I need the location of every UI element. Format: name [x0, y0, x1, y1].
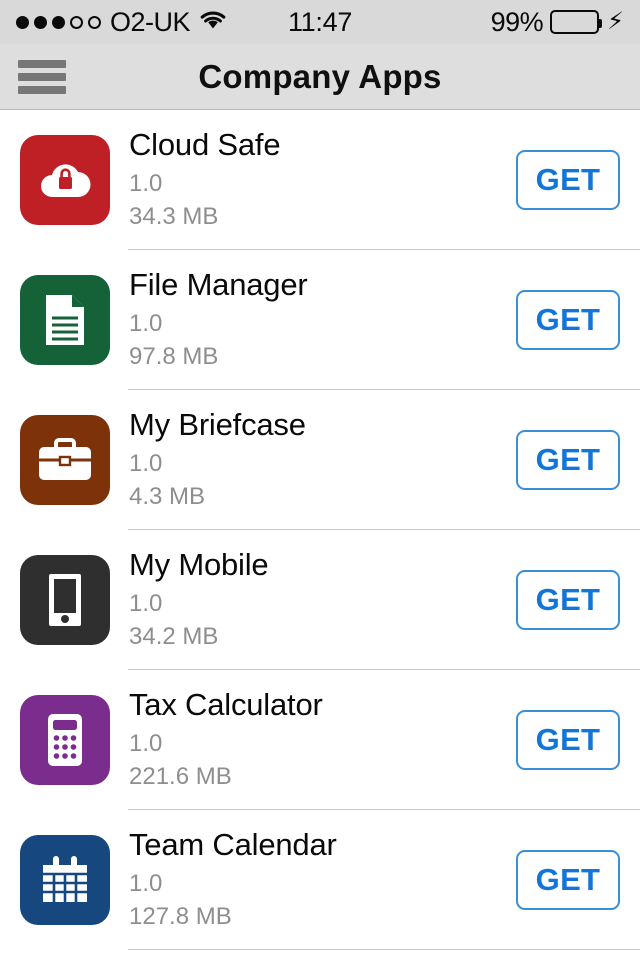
app-size: 34.3 MB [129, 203, 219, 231]
battery-icon [550, 10, 603, 34]
app-size: 221.6 MB [129, 763, 232, 791]
list-item[interactable]: Tax Calculator 1.0 221.6 MB GET [0, 670, 640, 810]
app-size: 97.8 MB [129, 343, 219, 371]
list-item[interactable]: My Briefcase 1.0 4.3 MB GET [0, 390, 640, 530]
app-info: Tax Calculator 1.0 221.6 MB [129, 687, 516, 793]
hamburger-menu-icon[interactable] [18, 59, 66, 94]
page-title: Company Apps [198, 57, 442, 95]
app-info: Cloud Safe 1.0 34.3 MB [129, 127, 516, 233]
list-item[interactable]: Team Calendar 1.0 127.8 MB GET [0, 810, 640, 950]
status-bar-left: O2-UK [16, 6, 227, 37]
battery-cap [598, 19, 603, 28]
app-info: My Mobile 1.0 34.2 MB [129, 547, 516, 653]
smartphone-icon [20, 555, 110, 645]
get-button[interactable]: GET [516, 710, 620, 770]
app-list: Cloud Safe 1.0 34.3 MB GET File Manager … [0, 110, 640, 950]
navigation-bar: Company Apps [0, 44, 640, 110]
app-version: 1.0 [129, 449, 163, 477]
calculator-icon [20, 695, 110, 785]
status-bar-right: 99% ⚡︎ [490, 6, 624, 37]
lightning-bolt-icon: ⚡︎ [607, 8, 624, 35]
app-version: 1.0 [129, 869, 163, 897]
cloud-lock-icon [20, 135, 110, 225]
list-item[interactable]: My Mobile 1.0 34.2 MB GET [0, 530, 640, 670]
battery-percent-label: 99% [490, 6, 544, 37]
get-button[interactable]: GET [516, 150, 620, 210]
row-separator [128, 949, 640, 950]
status-bar: O2-UK 11:47 99% ⚡︎ [0, 0, 640, 44]
get-button[interactable]: GET [516, 570, 620, 630]
signal-strength-icon [16, 15, 101, 29]
app-version: 1.0 [129, 309, 163, 337]
app-name: My Briefcase [129, 407, 306, 443]
app-name: Tax Calculator [129, 687, 323, 723]
app-name: My Mobile [129, 547, 269, 583]
wifi-icon [199, 9, 227, 36]
app-info: Team Calendar 1.0 127.8 MB [129, 827, 516, 933]
app-name: Team Calendar [129, 827, 337, 863]
get-button[interactable]: GET [516, 290, 620, 350]
document-icon [20, 275, 110, 365]
app-name: File Manager [129, 267, 308, 303]
app-info: My Briefcase 1.0 4.3 MB [129, 407, 516, 513]
briefcase-icon [20, 415, 110, 505]
clock-label: 11:47 [287, 6, 353, 37]
list-item[interactable]: Cloud Safe 1.0 34.3 MB GET [0, 110, 640, 250]
app-info: File Manager 1.0 97.8 MB [129, 267, 516, 373]
list-item[interactable]: File Manager 1.0 97.8 MB GET [0, 250, 640, 390]
app-version: 1.0 [129, 169, 163, 197]
get-button[interactable]: GET [516, 850, 620, 910]
app-size: 4.3 MB [129, 483, 206, 511]
app-size: 127.8 MB [129, 903, 232, 931]
carrier-label: O2-UK [110, 6, 191, 37]
get-button[interactable]: GET [516, 430, 620, 490]
calendar-icon [20, 835, 110, 925]
app-version: 1.0 [129, 729, 163, 757]
app-size: 34.2 MB [129, 623, 219, 651]
app-version: 1.0 [129, 589, 163, 617]
app-name: Cloud Safe [129, 127, 281, 163]
